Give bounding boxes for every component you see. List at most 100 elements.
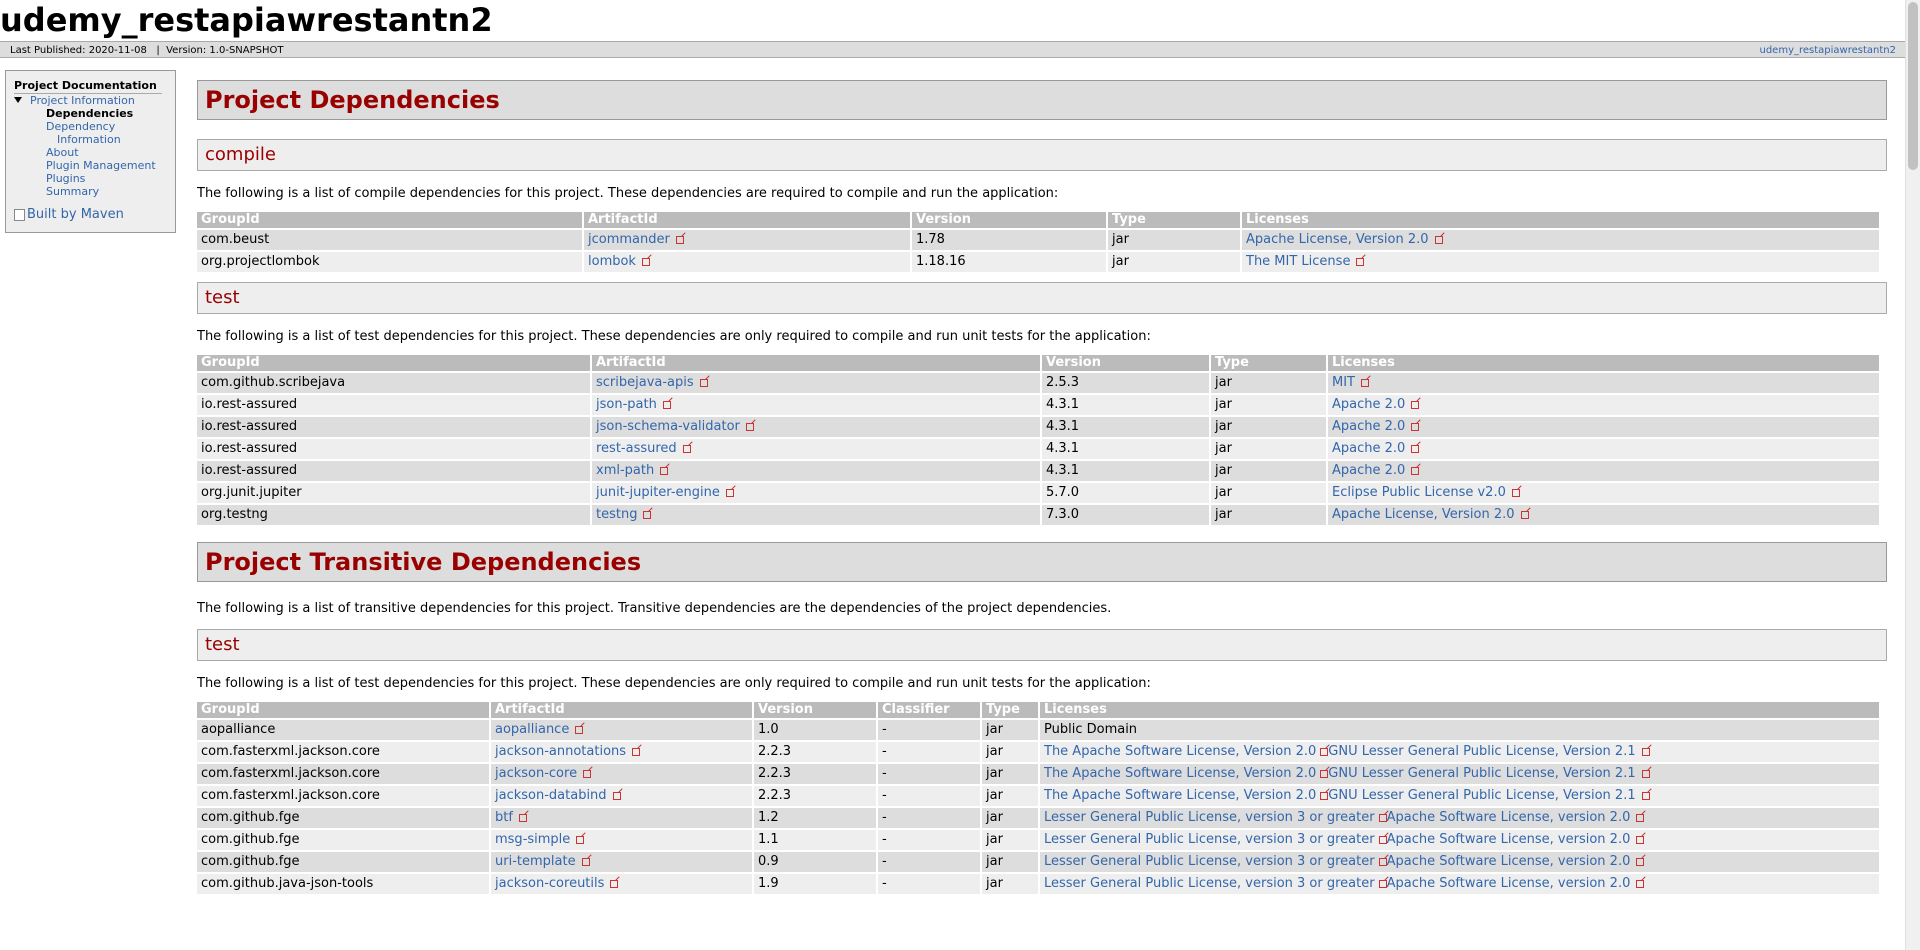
- license-link[interactable]: Apache Software License, version 2.0: [1387, 854, 1631, 869]
- external-link-icon: [1361, 378, 1369, 387]
- sidebar-link-plugins[interactable]: Plugins: [46, 172, 85, 185]
- sidebar-link-plugin-management[interactable]: Plugin Management: [46, 159, 156, 172]
- table-header-row: GroupId ArtifactId Version Classifier Type Li…: [197, 702, 1879, 718]
- artifact-cell: uri-template: [491, 852, 752, 872]
- version-cell: 1.9: [754, 874, 876, 894]
- group-id-cell: com.github.fge: [197, 830, 489, 850]
- vertical-scrollbar[interactable]: [1905, 0, 1920, 950]
- artifact-link[interactable]: jcommander: [588, 232, 670, 247]
- version-cell: 7.3.0: [1042, 505, 1209, 525]
- type-cell: jar: [1211, 417, 1326, 437]
- artifact-link[interactable]: uri-template: [495, 854, 576, 869]
- license-link[interactable]: Apache Software License, version 2.0: [1387, 876, 1631, 891]
- expanded-triangle-icon[interactable]: [14, 97, 22, 103]
- table-header-row: GroupId ArtifactId Version Type Licenses: [197, 212, 1879, 228]
- license-link[interactable]: Lesser General Public License, version 3…: [1044, 854, 1375, 869]
- license-link[interactable]: Apache 2.0: [1332, 397, 1405, 412]
- sidebar-link-about[interactable]: About: [46, 146, 79, 159]
- artifact-link[interactable]: json-path: [596, 397, 657, 412]
- version-cell: 4.3.1: [1042, 417, 1209, 437]
- sidebar-item-project-information[interactable]: Project Information: [14, 94, 175, 107]
- license-link[interactable]: The Apache Software License, Version 2.0: [1044, 744, 1316, 759]
- license-link[interactable]: The MIT License: [1246, 254, 1350, 269]
- project-home-link[interactable]: udemy_restapiawrestantn2: [1760, 42, 1897, 59]
- type-cell: jar: [982, 786, 1038, 806]
- banner: udemy_restapiawrestantn2: [0, 0, 1920, 40]
- license-link[interactable]: Apache Software License, version 2.0: [1387, 832, 1631, 847]
- artifact-link[interactable]: msg-simple: [495, 832, 570, 847]
- license-link[interactable]: Apache 2.0: [1332, 419, 1405, 434]
- artifact-link[interactable]: jackson-coreutils: [495, 876, 604, 891]
- external-link-icon: [1320, 769, 1329, 778]
- artifact-link[interactable]: testng: [596, 507, 637, 522]
- table-row: org.junit.jupiter junit-jupiter-engine 5.7…: [197, 483, 1879, 503]
- group-id-cell: aopalliance: [197, 720, 489, 740]
- external-link-icon: [1411, 422, 1420, 431]
- external-link-icon: [643, 510, 652, 519]
- artifact-cell: json-path: [592, 395, 1040, 415]
- license-cell: MIT: [1328, 373, 1879, 393]
- license-link[interactable]: The Apache Software License, Version 2.0: [1044, 788, 1316, 803]
- sidebar-link-project-information[interactable]: Project Information: [30, 94, 135, 107]
- license-link[interactable]: Apache License, Version 2.0: [1246, 232, 1429, 247]
- artifact-link[interactable]: json-schema-validator: [596, 419, 740, 434]
- version-cell: 2.2.3: [754, 786, 876, 806]
- license-link[interactable]: Lesser General Public License, version 3…: [1044, 876, 1375, 891]
- sidebar-item-plugins[interactable]: Plugins: [14, 172, 175, 185]
- external-link-icon: [1411, 466, 1420, 475]
- license-link[interactable]: Lesser General Public License, version 3…: [1044, 832, 1375, 847]
- type-cell: jar: [1211, 505, 1326, 525]
- external-link-icon: [1636, 857, 1645, 866]
- license-link[interactable]: Apache License, Version 2.0: [1332, 507, 1515, 522]
- sidebar-item-about[interactable]: About: [14, 146, 175, 159]
- built-by-maven-link[interactable]: Built by Maven: [14, 207, 175, 222]
- table-row: io.rest-assured xml-path 4.3.1 jar Apache 2.…: [197, 461, 1879, 481]
- artifact-link[interactable]: scribejava-apis: [596, 375, 694, 390]
- sidebar-link-dependency-information[interactable]: Dependency Information: [46, 120, 175, 146]
- license-link[interactable]: Apache 2.0: [1332, 441, 1405, 456]
- column-header-type: Type: [982, 702, 1038, 718]
- external-link-icon: [660, 466, 669, 475]
- artifact-cell: msg-simple: [491, 830, 752, 850]
- sidebar-item-summary[interactable]: Summary: [14, 185, 175, 198]
- license-link[interactable]: Eclipse Public License v2.0: [1332, 485, 1506, 500]
- license-link[interactable]: GNU Lesser General Public License, Versi…: [1328, 766, 1635, 781]
- license-link[interactable]: The Apache Software License, Version 2.0: [1044, 766, 1316, 781]
- type-cell: jar: [1211, 483, 1326, 503]
- main-content: Project Dependencies compile The followi…: [197, 80, 1887, 896]
- column-header-type: Type: [1211, 355, 1326, 371]
- artifact-link[interactable]: rest-assured: [596, 441, 677, 456]
- section-title-transitive-dependencies: Project Transitive Dependencies: [197, 542, 1887, 582]
- license-link[interactable]: GNU Lesser General Public License, Versi…: [1328, 788, 1635, 803]
- external-link-icon: [518, 813, 527, 822]
- artifact-link[interactable]: jackson-core: [495, 766, 577, 781]
- artifact-link[interactable]: junit-jupiter-engine: [596, 485, 720, 500]
- artifact-link[interactable]: btf: [495, 810, 513, 825]
- artifact-link[interactable]: xml-path: [596, 463, 654, 478]
- license-link[interactable]: MIT: [1332, 375, 1355, 390]
- column-header-version: Version: [1042, 355, 1209, 371]
- sidebar-item-dependency-information[interactable]: Dependency Information: [14, 120, 175, 146]
- table-row: io.rest-assured rest-assured 4.3.1 jar Apach…: [197, 439, 1879, 459]
- artifact-link[interactable]: jackson-databind: [495, 788, 607, 803]
- sidebar-item-plugin-management[interactable]: Plugin Management: [14, 159, 175, 172]
- license-link[interactable]: GNU Lesser General Public License, Versi…: [1328, 744, 1635, 759]
- artifact-cell: testng: [592, 505, 1040, 525]
- external-link-icon: [1320, 791, 1329, 800]
- artifact-link[interactable]: aopalliance: [495, 722, 569, 737]
- licenses-cell: Lesser General Public License, version 3…: [1040, 852, 1879, 872]
- version-cell: 2.5.3: [1042, 373, 1209, 393]
- type-cell: jar: [982, 874, 1038, 894]
- artifact-link[interactable]: lombok: [588, 254, 636, 269]
- artifact-link[interactable]: jackson-annotations: [495, 744, 626, 759]
- license-link[interactable]: Apache 2.0: [1332, 463, 1405, 478]
- page-banner-title: udemy_restapiawrestantn2: [0, 1, 493, 39]
- license-cell: Apache License, Version 2.0: [1328, 505, 1879, 525]
- license-link[interactable]: Apache Software License, version 2.0: [1387, 810, 1631, 825]
- license-link[interactable]: Lesser General Public License, version 3…: [1044, 810, 1375, 825]
- sidebar-link-summary[interactable]: Summary: [46, 185, 99, 198]
- artifact-cell: jcommander: [584, 230, 910, 250]
- group-id-cell: com.github.fge: [197, 852, 489, 872]
- scrollbar-thumb[interactable]: [1908, 2, 1918, 170]
- external-link-icon: [641, 257, 650, 266]
